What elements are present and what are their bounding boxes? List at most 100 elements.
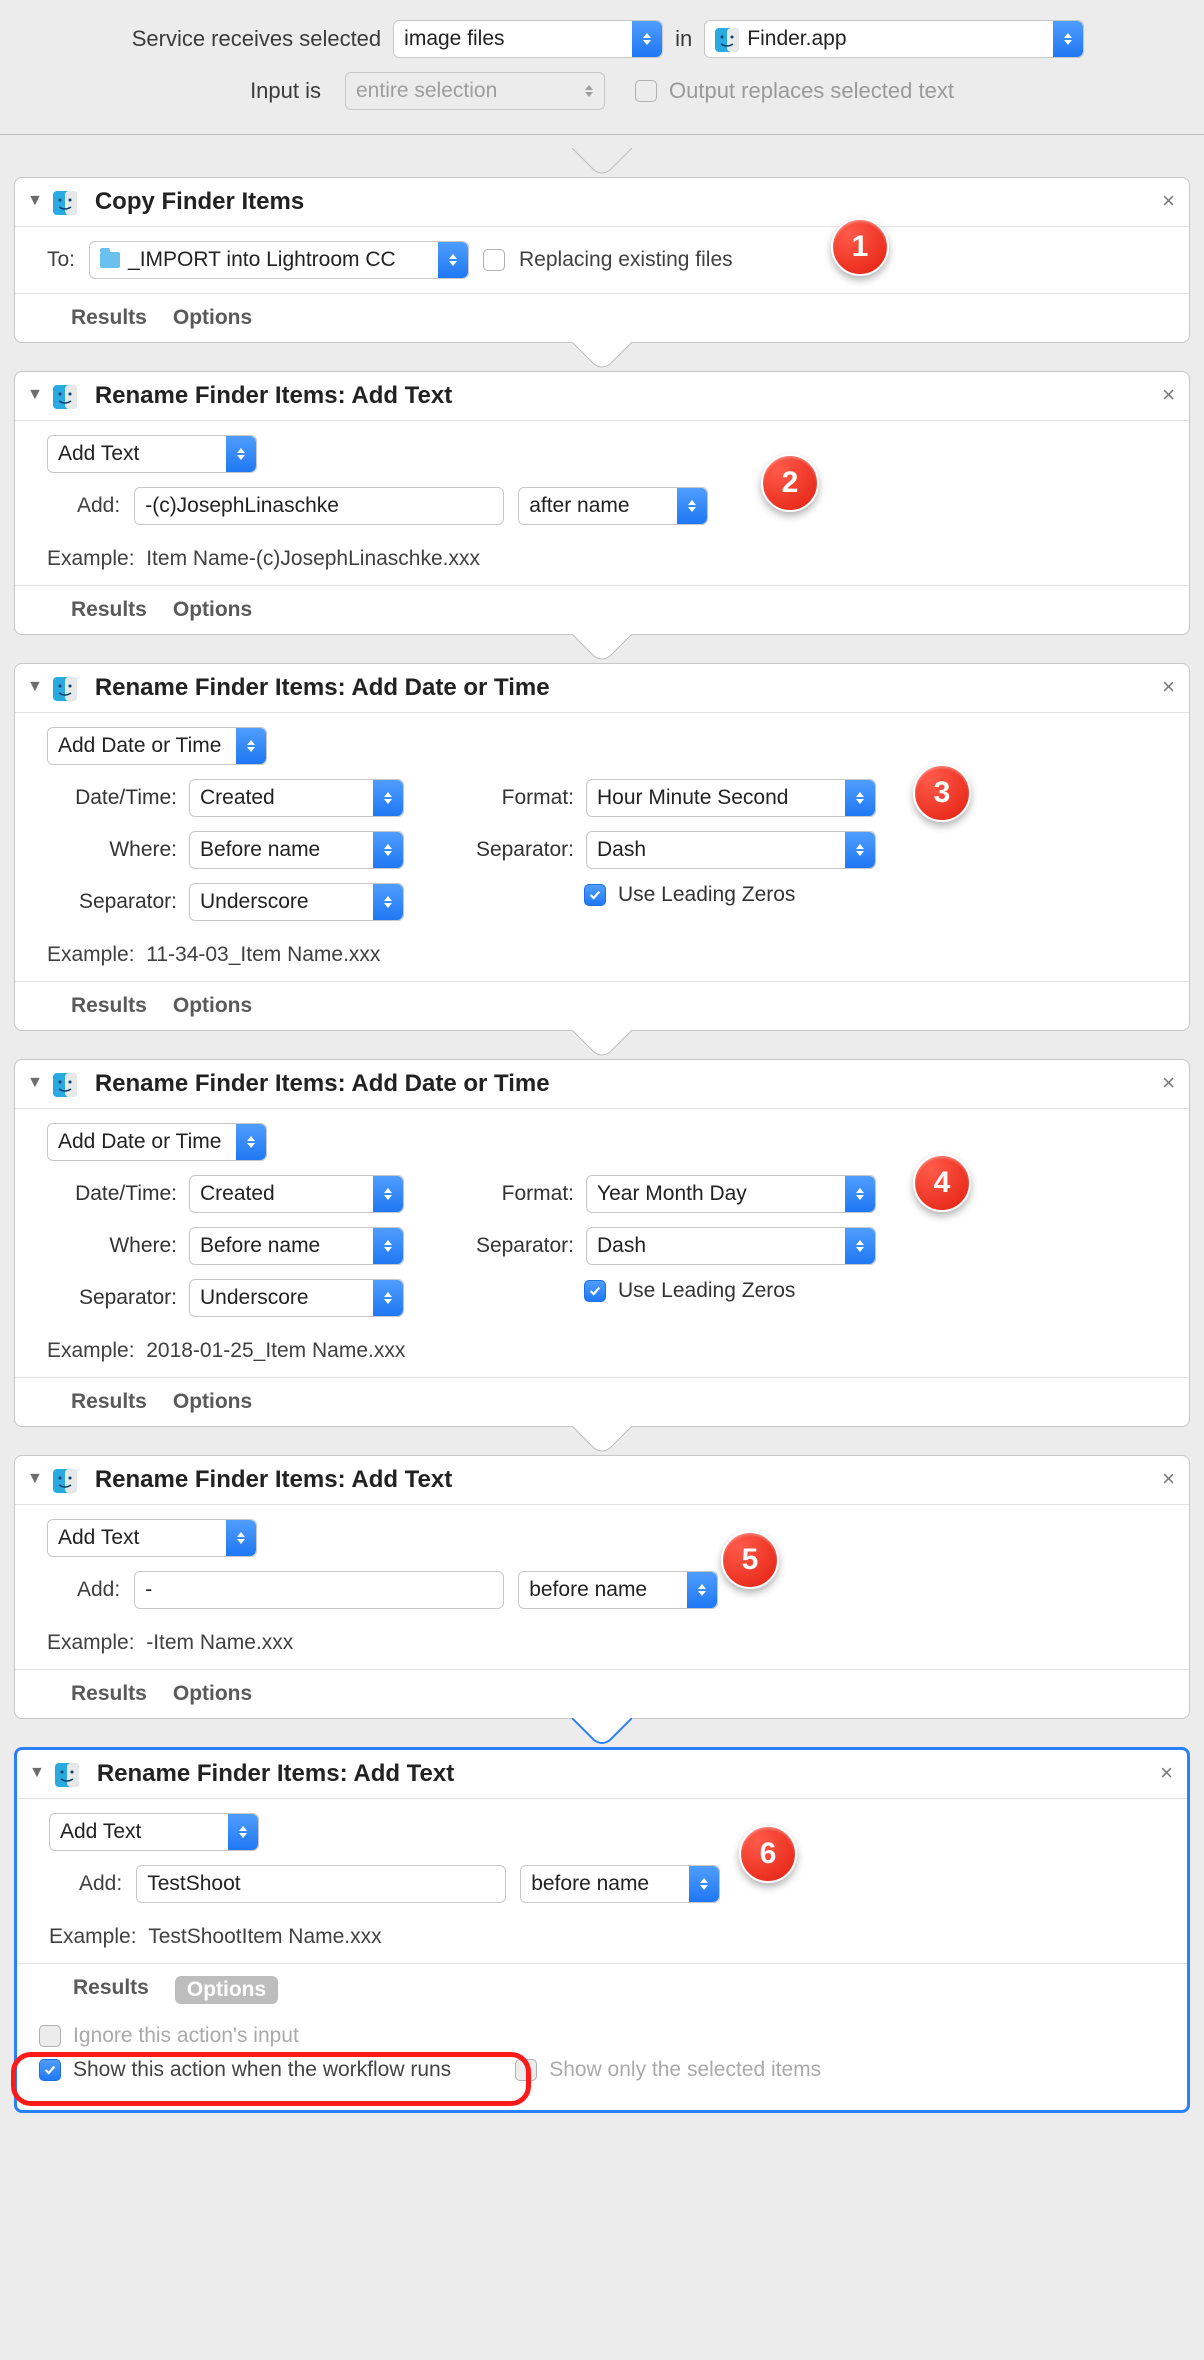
stepper-icon — [574, 73, 604, 109]
connector — [14, 1427, 1190, 1455]
action-rename-add-text-selected[interactable]: ▼ Rename Finder Items: Add Text × Add Te… — [14, 1747, 1190, 2113]
position-select[interactable]: before name — [520, 1865, 720, 1903]
output-replaces-label: Output replaces selected text — [669, 78, 954, 104]
stepper-icon — [689, 1866, 719, 1902]
action-rename-add-text[interactable]: ▼ Rename Finder Items: Add Text × Add Te… — [14, 1455, 1190, 1719]
action-footer: Results Options — [15, 293, 1189, 342]
leading-zeros-checkbox[interactable] — [584, 1280, 606, 1302]
close-icon[interactable]: × — [1162, 674, 1175, 700]
separator2-select[interactable]: Dash — [586, 831, 876, 869]
disclosure-triangle-icon[interactable]: ▼ — [27, 1470, 43, 1488]
stepper-icon — [228, 1814, 258, 1850]
finder-icon — [53, 1073, 77, 1097]
action-rename-add-date-time[interactable]: ▼ Rename Finder Items: Add Date or Time … — [14, 1059, 1190, 1427]
example-text: 2018-01-25_Item Name.xxx — [146, 1339, 405, 1362]
show-selected-label: Show only the selected items — [549, 2058, 821, 2082]
add-label: Add: — [77, 494, 120, 518]
separator-select[interactable]: Underscore — [189, 883, 404, 921]
show-selected-checkbox — [515, 2059, 537, 2081]
rename-mode-select[interactable]: Add Text — [47, 435, 257, 473]
position-select[interactable]: after name — [518, 487, 708, 525]
action-title: Rename Finder Items: Add Date or Time — [95, 674, 550, 702]
example-text: Item Name-(c)JosephLinaschke.xxx — [146, 547, 480, 570]
stepper-icon — [226, 1520, 256, 1556]
close-icon[interactable]: × — [1162, 1070, 1175, 1096]
stepper-icon — [373, 1280, 403, 1316]
in-label: in — [675, 26, 692, 52]
finder-icon — [715, 28, 739, 52]
action-title: Rename Finder Items: Add Text — [95, 1466, 452, 1494]
add-text-input[interactable] — [134, 1571, 504, 1609]
rename-mode-select[interactable]: Add Date or Time — [47, 1123, 267, 1161]
stepper-icon — [236, 728, 266, 764]
stepper-icon — [438, 242, 468, 278]
to-label: To: — [47, 248, 75, 272]
options-tab[interactable]: Options — [173, 994, 252, 1018]
annotation-badge: 1 — [831, 218, 889, 276]
destination-folder-select[interactable]: _IMPORT into Lightroom CC — [89, 241, 469, 279]
input-type-select[interactable]: image files — [393, 20, 663, 58]
replacing-files-label: Replacing existing files — [519, 248, 733, 272]
action-copy-finder-items[interactable]: ▼ Copy Finder Items × To: _IMPORT into L… — [14, 177, 1190, 343]
close-icon[interactable]: × — [1162, 382, 1175, 408]
format-select[interactable]: Hour Minute Second — [586, 779, 876, 817]
stepper-icon — [845, 1176, 875, 1212]
close-icon[interactable]: × — [1162, 188, 1175, 214]
results-tab[interactable]: Results — [71, 306, 147, 330]
rename-mode-select[interactable]: Add Date or Time — [47, 727, 267, 765]
annotation-badge: 6 — [739, 1825, 797, 1883]
results-tab[interactable]: Results — [71, 598, 147, 622]
options-tab[interactable]: Options — [173, 598, 252, 622]
rename-mode-select[interactable]: Add Text — [47, 1519, 257, 1557]
datetime-select[interactable]: Created — [189, 1175, 404, 1213]
replacing-files-checkbox[interactable] — [483, 249, 505, 271]
connector — [14, 343, 1190, 371]
add-text-input[interactable] — [134, 487, 504, 525]
results-tab[interactable]: Results — [71, 994, 147, 1018]
rename-mode-select[interactable]: Add Text — [49, 1813, 259, 1851]
finder-icon — [53, 677, 77, 701]
disclosure-triangle-icon[interactable]: ▼ — [29, 1764, 45, 1782]
separator2-select[interactable]: Dash — [586, 1227, 876, 1265]
stepper-icon — [1053, 21, 1083, 57]
datetime-select[interactable]: Created — [189, 779, 404, 817]
stepper-icon — [845, 832, 875, 868]
results-tab[interactable]: Results — [71, 1682, 147, 1706]
stepper-icon — [845, 1228, 875, 1264]
results-tab[interactable]: Results — [71, 1390, 147, 1414]
action-rename-add-text[interactable]: ▼ Rename Finder Items: Add Text × Add Te… — [14, 371, 1190, 635]
format-select[interactable]: Year Month Day — [586, 1175, 876, 1213]
app-select[interactable]: Finder.app — [704, 20, 1084, 58]
where-select[interactable]: Before name — [189, 831, 404, 869]
input-scope-select: entire selection — [345, 72, 605, 110]
close-icon[interactable]: × — [1162, 1466, 1175, 1492]
stepper-icon — [373, 1176, 403, 1212]
action-footer: Results Options — [15, 1377, 1189, 1426]
options-tab[interactable]: Options — [173, 306, 252, 330]
options-tab[interactable]: Options — [173, 1390, 252, 1414]
separator-select[interactable]: Underscore — [189, 1279, 404, 1317]
connector — [14, 1719, 1190, 1747]
disclosure-triangle-icon[interactable]: ▼ — [27, 192, 43, 210]
close-icon[interactable]: × — [1160, 1760, 1173, 1786]
action-rename-add-date-time[interactable]: ▼ Rename Finder Items: Add Date or Time … — [14, 663, 1190, 1031]
disclosure-triangle-icon[interactable]: ▼ — [27, 678, 43, 696]
where-select[interactable]: Before name — [189, 1227, 404, 1265]
action-title: Rename Finder Items: Add Date or Time — [95, 1070, 550, 1098]
stepper-icon — [236, 1124, 266, 1160]
show-when-runs-checkbox[interactable] — [39, 2059, 61, 2081]
disclosure-triangle-icon[interactable]: ▼ — [27, 386, 43, 404]
add-text-input[interactable] — [136, 1865, 506, 1903]
action-title: Copy Finder Items — [95, 188, 304, 216]
leading-zeros-checkbox[interactable] — [584, 884, 606, 906]
stepper-icon — [845, 780, 875, 816]
options-tab[interactable]: Options — [175, 1976, 278, 2004]
stepper-icon — [373, 884, 403, 920]
results-tab[interactable]: Results — [73, 1976, 149, 2004]
position-select[interactable]: before name — [518, 1571, 718, 1609]
workflow-header: Service receives selected image files in… — [0, 0, 1204, 135]
options-tab[interactable]: Options — [173, 1682, 252, 1706]
stepper-icon — [373, 780, 403, 816]
disclosure-triangle-icon[interactable]: ▼ — [27, 1074, 43, 1092]
annotation-badge: 4 — [913, 1154, 971, 1212]
